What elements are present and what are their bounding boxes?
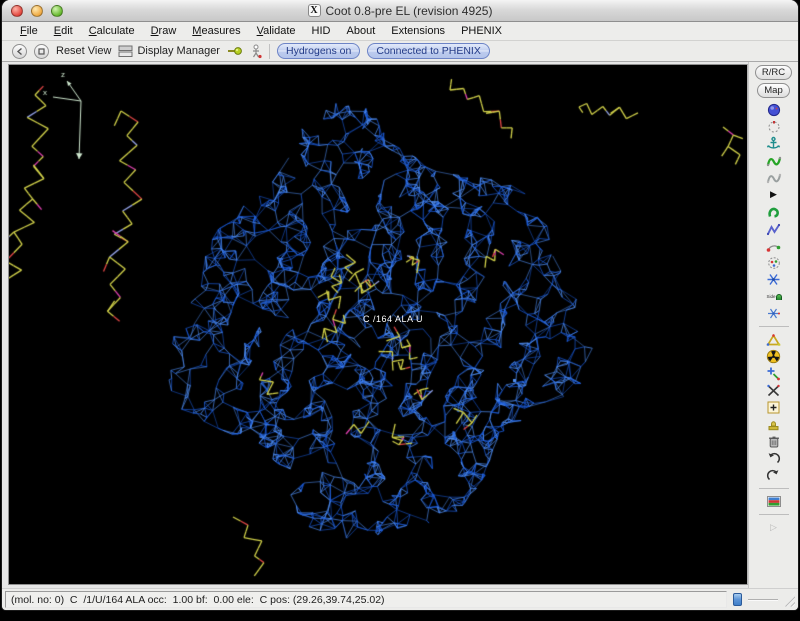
menu-phenix[interactable]: PHENIX — [453, 25, 510, 37]
status-bar: (mol. no: 0) C /1/U/164 ALA occ: 1.00 bf… — [2, 588, 798, 610]
main-toolbar: Reset View Display Manager Hydrogens on … — [2, 41, 798, 62]
run-script-icon[interactable]: ▷ — [765, 519, 783, 536]
display-manager-label: Display Manager — [137, 45, 220, 57]
place-atom-at-pointer-icon[interactable] — [765, 416, 783, 433]
pepflip-icon[interactable] — [765, 331, 783, 348]
torsion-general-icon[interactable] — [765, 305, 783, 322]
toolbar-divider — [759, 514, 789, 515]
window-title-text: Coot 0.8-pre EL (revision 4925) — [326, 4, 493, 18]
menu-draw[interactable]: Draw — [143, 25, 185, 37]
undo-icon[interactable] — [765, 450, 783, 467]
menu-bar: File Edit Calculate Draw Measures Valida… — [2, 22, 798, 41]
toolbar-stop-button[interactable] — [34, 44, 49, 59]
atom-label: C /164 ALA U — [363, 314, 423, 324]
rigid-body-fit-icon[interactable] — [765, 203, 783, 220]
redo-icon[interactable] — [765, 467, 783, 484]
phenix-connection-button[interactable]: Connected to PHENIX — [367, 43, 489, 59]
back-arrow-icon — [15, 47, 24, 56]
ligand-builder-icon[interactable] — [250, 44, 262, 59]
add-terminal-residue-icon[interactable] — [765, 365, 783, 382]
toolbar-back-button[interactable] — [12, 44, 27, 59]
view-sphere-icon[interactable] — [765, 101, 783, 118]
auto-fit-rotamer-icon[interactable] — [765, 237, 783, 254]
regularize-zone-icon[interactable] — [765, 169, 783, 186]
coot-window: X Coot 0.8-pre EL (revision 4925) File E… — [2, 0, 798, 610]
go-to-atom-icon[interactable] — [227, 44, 243, 58]
rotate-translate-icon[interactable] — [765, 220, 783, 237]
menu-calculate[interactable]: Calculate — [81, 25, 143, 37]
clipping-circle-icon[interactable] — [765, 118, 783, 135]
square-icon — [37, 47, 46, 56]
resize-grip[interactable] — [784, 593, 795, 607]
status-indicator[interactable] — [733, 593, 742, 606]
menu-about[interactable]: About — [339, 25, 384, 37]
layers-icon — [118, 45, 133, 58]
menu-extensions[interactable]: Extensions — [383, 25, 453, 37]
add-alt-conf-icon[interactable] — [765, 382, 783, 399]
3d-viewport[interactable]: C /164 ALA U — [8, 64, 748, 585]
x11-icon: X — [308, 4, 321, 17]
fixed-atoms-icon[interactable]: ▶ — [765, 186, 783, 203]
menu-hid[interactable]: HID — [304, 25, 339, 37]
main-area: C /164 ALA U R/RC Map ▶ — [2, 62, 798, 588]
delete-item-icon[interactable] — [765, 433, 783, 450]
symmetry-anchor-icon[interactable] — [765, 135, 783, 152]
menu-measures[interactable]: Measures — [184, 25, 248, 37]
menu-validate[interactable]: Validate — [249, 25, 304, 37]
toolbar-divider — [759, 326, 789, 327]
flip-sidechain-dome — [776, 294, 782, 300]
close-button[interactable] — [11, 5, 23, 17]
real-space-refine-icon[interactable] — [765, 152, 783, 169]
reset-view-button[interactable]: Reset View — [56, 45, 111, 57]
model-refine-toolbar: R/RC Map ▶ — [748, 62, 798, 588]
run-refmac-icon[interactable] — [765, 493, 783, 510]
map-button[interactable]: Map — [757, 83, 789, 98]
status-slider[interactable] — [748, 599, 777, 601]
hydrogens-toggle-button[interactable]: Hydrogens on — [277, 43, 360, 59]
mutate-autofit-icon[interactable] — [765, 348, 783, 365]
rotamers-icon[interactable] — [765, 254, 783, 271]
traffic-lights — [11, 5, 63, 17]
menu-file[interactable]: File — [12, 25, 46, 37]
minimize-button[interactable] — [31, 5, 43, 17]
rrc-button[interactable]: R/RC — [755, 65, 792, 80]
add-atom-icon[interactable] — [765, 399, 783, 416]
toolbar-divider — [759, 488, 789, 489]
edit-chi-angles-icon[interactable] — [765, 271, 783, 288]
zoom-button[interactable] — [51, 5, 63, 17]
title-bar[interactable]: X Coot 0.8-pre EL (revision 4925) — [2, 0, 798, 22]
flip-sidechain-label: Side — [766, 294, 775, 299]
density-canvas[interactable] — [9, 65, 747, 584]
toolbar-separator — [269, 44, 270, 59]
status-field: (mol. no: 0) C /1/U/164 ALA occ: 1.00 bf… — [5, 591, 727, 608]
flip-sidechain-icon[interactable]: Side — [766, 288, 782, 305]
display-manager-button[interactable]: Display Manager — [118, 45, 220, 58]
menu-edit[interactable]: Edit — [46, 25, 81, 37]
status-text: (mol. no: 0) C /1/U/164 ALA occ: 1.00 bf… — [11, 594, 385, 606]
window-title: X Coot 0.8-pre EL (revision 4925) — [308, 4, 493, 18]
